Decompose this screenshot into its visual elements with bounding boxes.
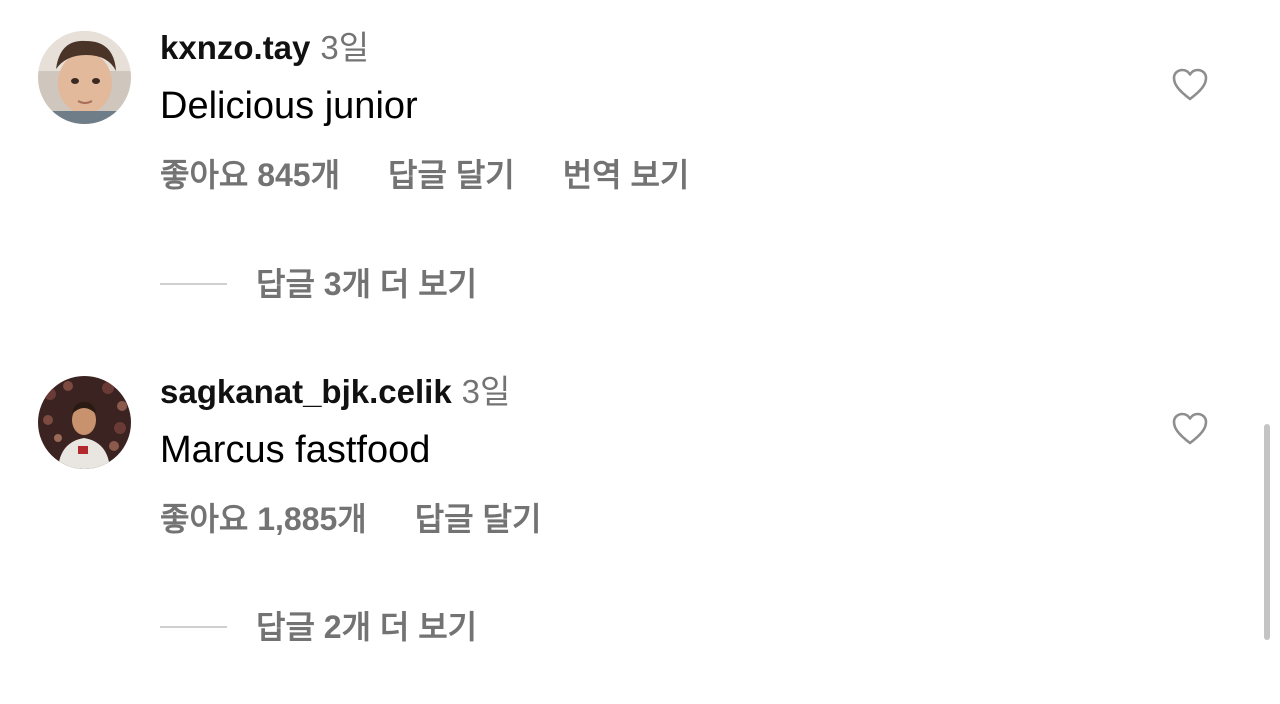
view-replies-button[interactable]: 답글 3개 더 보기 (160, 264, 477, 304)
comment-header: kxnzo.tay 3일 (160, 28, 369, 68)
avatar[interactable] (38, 31, 131, 124)
comment-actions: 좋아요 1,885개 답글 달기 (160, 499, 589, 539)
heart-outline-icon[interactable] (1172, 68, 1208, 102)
comment-text: Marcus fastfood (160, 429, 431, 471)
comment-text: Delicious junior (160, 85, 418, 127)
comment-header: sagkanat_bjk.celik 3일 (160, 372, 510, 412)
view-replies-label: 답글 2개 더 보기 (256, 609, 478, 645)
comment-time: 3일 (461, 373, 511, 410)
view-replies-label: 답글 3개 더 보기 (256, 266, 478, 302)
comment-username[interactable]: sagkanat_bjk.celik (160, 373, 452, 410)
replies-divider (160, 283, 227, 285)
reply-button[interactable]: 답글 달기 (388, 155, 515, 195)
comments-panel: kxnzo.tay 3일 Delicious junior 좋아요 845개 답글 … (0, 0, 1280, 704)
like-count[interactable]: 좋아요 1,885개 (160, 499, 367, 539)
reply-button[interactable]: 답글 달기 (415, 499, 542, 539)
comment-actions: 좋아요 845개 답글 달기 번역 보기 (160, 155, 737, 195)
replies-divider (160, 626, 227, 628)
comment-time: 3일 (320, 29, 370, 66)
scrollbar[interactable] (1264, 424, 1270, 640)
avatar[interactable] (38, 376, 131, 469)
like-count[interactable]: 좋아요 845개 (160, 155, 340, 195)
comment-username[interactable]: kxnzo.tay (160, 29, 310, 66)
heart-outline-icon[interactable] (1172, 412, 1208, 446)
translate-button[interactable]: 번역 보기 (563, 155, 690, 195)
view-replies-button[interactable]: 답글 2개 더 보기 (160, 607, 477, 647)
